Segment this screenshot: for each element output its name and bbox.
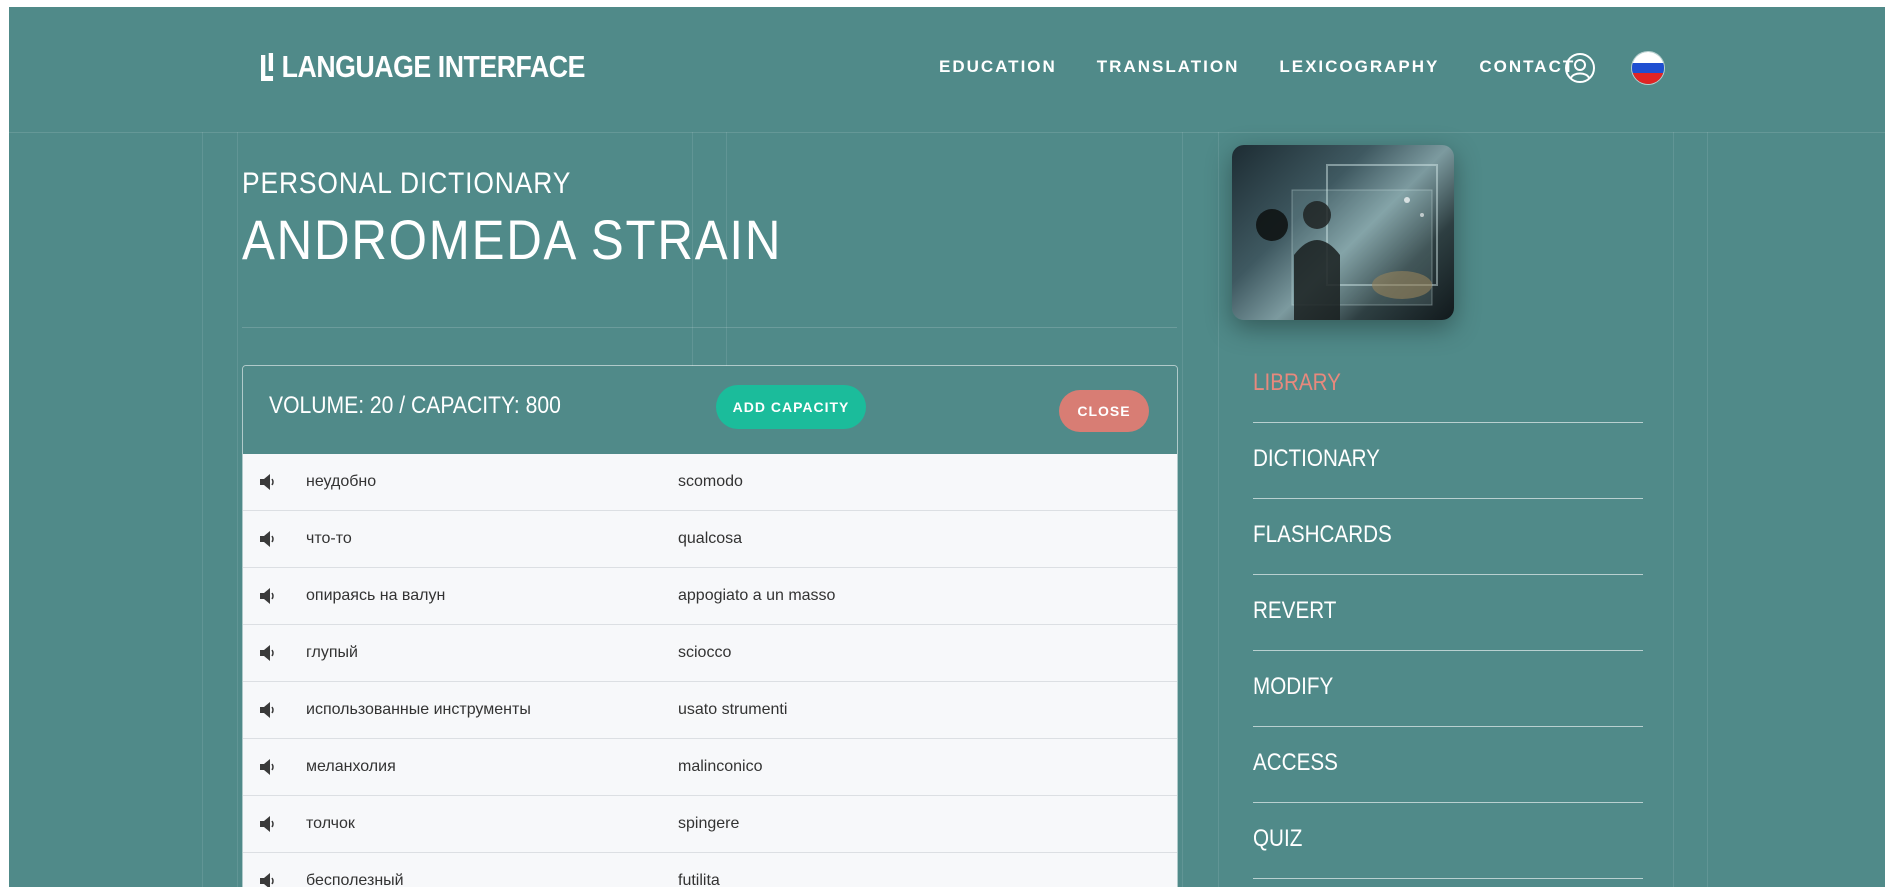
word-russian: что-то (306, 530, 352, 547)
logo-text: LANGUAGE INTERFACE (281, 49, 586, 84)
sidebar-item-modify[interactable]: MODIFY (1253, 651, 1643, 727)
table-row: толчок spingere (243, 796, 1177, 853)
guide-line (202, 132, 203, 887)
table-row: бесполезный futilita (243, 853, 1177, 887)
word-translation: malinconico (678, 758, 763, 775)
page-subtitle: PERSONAL DICTIONARY (242, 167, 572, 200)
site-header: LANGUAGE INTERFACE EDUCATION TRANSLATION… (9, 7, 1885, 133)
speaker-icon[interactable] (259, 644, 275, 662)
sidebar-item-access[interactable]: ACCESS (1253, 727, 1643, 803)
divider (242, 327, 1177, 328)
word-translation: scomodo (678, 473, 743, 490)
russian-flag-icon[interactable] (1632, 52, 1664, 84)
sidebar-item-dictionary[interactable]: DICTIONARY (1253, 423, 1643, 499)
guide-line (1182, 132, 1183, 887)
word-russian: меланхолия (306, 758, 396, 775)
word-russian: бесполезный (306, 872, 404, 887)
word-translation: usato strumenti (678, 701, 788, 718)
sidebar-item-revert[interactable]: REVERT (1253, 575, 1643, 651)
dictionary-panel: VOLUME: 20 / CAPACITY: 800 ADD CAPACITY … (242, 365, 1178, 887)
table-row: глупый sciocco (243, 625, 1177, 682)
word-russian: толчок (306, 815, 355, 832)
word-russian: неудобно (306, 473, 377, 490)
main-nav: EDUCATION TRANSLATION LEXICOGRAPHY CONTA… (939, 57, 1575, 77)
panel-header: VOLUME: 20 / CAPACITY: 800 ADD CAPACITY … (243, 366, 1177, 454)
table-row: меланхолия malinconico (243, 739, 1177, 796)
nav-translation[interactable]: TRANSLATION (1097, 57, 1240, 77)
dictionary-thumbnail-image (1232, 145, 1454, 320)
speaker-icon[interactable] (259, 473, 275, 491)
volume-capacity-text: VOLUME: 20 / CAPACITY: 800 (269, 392, 561, 419)
word-translation: appogiato a un masso (678, 587, 836, 604)
word-russian: глупый (306, 644, 358, 661)
word-translation: spingere (678, 815, 740, 832)
word-translation: sciocco (678, 644, 732, 661)
table-row: неудобно scomodo (243, 454, 1177, 511)
table-row: опираясь на валун appogiato a un masso (243, 568, 1177, 625)
sidebar-menu: LIBRARY DICTIONARY FLASHCARDS REVERT MOD… (1253, 347, 1643, 879)
speaker-icon[interactable] (259, 758, 275, 776)
nav-education[interactable]: EDUCATION (939, 57, 1057, 77)
sidebar-item-quiz[interactable]: QUIZ (1253, 803, 1643, 879)
sidebar-item-flashcards[interactable]: FLASHCARDS (1253, 499, 1643, 575)
guide-line (1218, 132, 1219, 887)
speaker-icon[interactable] (259, 587, 275, 605)
speaker-icon[interactable] (259, 701, 275, 719)
speaker-icon[interactable] (259, 872, 275, 887)
guide-line (1707, 132, 1708, 887)
word-translation: qualcosa (678, 530, 743, 547)
table-row: использованные инструменты usato strument… (243, 682, 1177, 739)
user-circle-icon[interactable] (1564, 52, 1596, 84)
word-translation: futilita (678, 872, 720, 887)
guide-line (1673, 132, 1674, 887)
guide-line (237, 132, 238, 887)
speaker-icon[interactable] (259, 530, 275, 548)
table-row: что-то qualcosa (243, 511, 1177, 568)
add-capacity-button[interactable]: ADD CAPACITY (716, 385, 866, 429)
page-frame: LANGUAGE INTERFACE EDUCATION TRANSLATION… (9, 7, 1885, 887)
word-russian: опираясь на валун (306, 587, 446, 604)
word-russian: использованные инструменты (306, 701, 531, 718)
page-title: ANDROMEDA STRAIN (242, 208, 783, 271)
speaker-icon[interactable] (259, 815, 275, 833)
word-table: неудобно scomodo что-то qualcosa опираясь на… (243, 454, 1177, 887)
nav-contact[interactable]: CONTACT (1479, 57, 1575, 77)
site-logo[interactable]: LANGUAGE INTERFACE (261, 49, 585, 85)
sidebar-item-library[interactable]: LIBRARY (1253, 347, 1643, 423)
logo-mark-icon (261, 53, 274, 81)
nav-lexicography[interactable]: LEXICOGRAPHY (1279, 57, 1439, 77)
close-button[interactable]: CLOSE (1059, 390, 1149, 432)
